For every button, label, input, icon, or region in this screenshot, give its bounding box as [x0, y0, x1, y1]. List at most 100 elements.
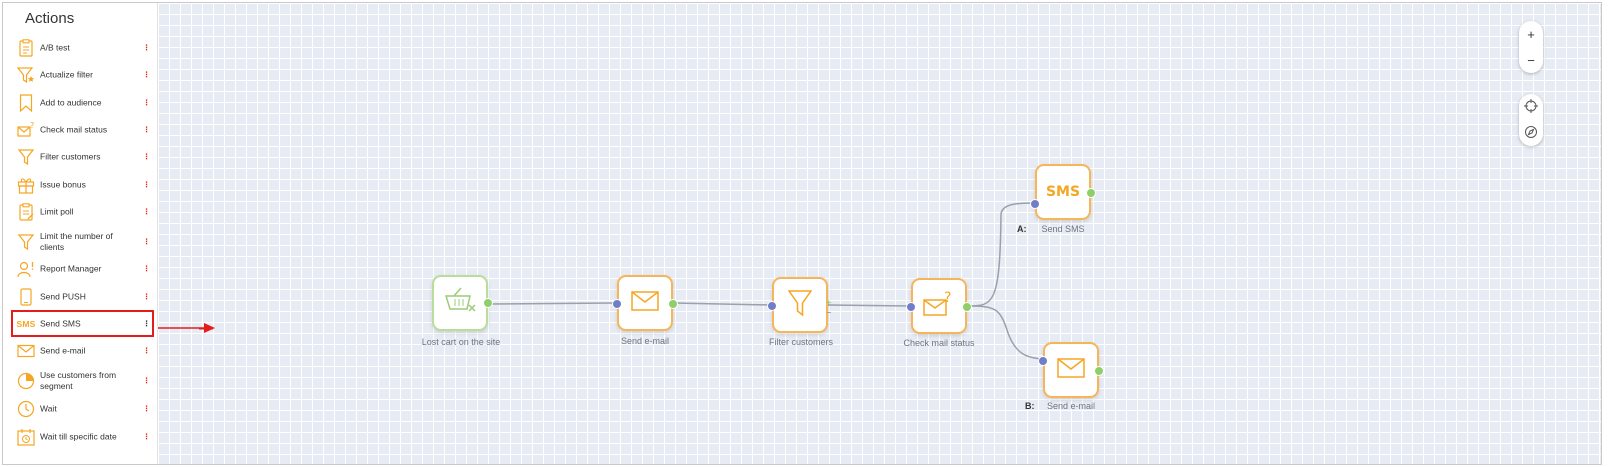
item-menu-icon[interactable]: ⁝	[145, 318, 148, 329]
svg-text:?: ?	[30, 121, 34, 130]
sidebar-item-label: Send e-mail	[40, 345, 86, 355]
item-menu-icon[interactable]: ⁝	[145, 179, 148, 190]
item-menu-icon[interactable]: ⁝	[145, 97, 148, 108]
sidebar-item-wait-date[interactable]: Wait till specific date ⁝	[11, 423, 154, 450]
sms-icon: SMS	[1045, 184, 1081, 200]
connector-3	[827, 304, 912, 307]
cart-icon	[444, 287, 476, 320]
connector-branch-a	[966, 202, 1036, 307]
fit-view-button[interactable]	[1519, 120, 1543, 146]
bookmark-icon	[17, 93, 35, 112]
node-input-port[interactable]	[767, 301, 777, 311]
filter-star-icon	[17, 66, 35, 84]
node-output-port[interactable]	[483, 298, 493, 308]
pie-icon	[17, 372, 35, 390]
node-label: Lost cart on the site	[421, 337, 501, 347]
node-send-sms[interactable]: SMS	[1030, 164, 1096, 220]
sidebar-item-send-email[interactable]: Send e-mail ⁝	[11, 337, 154, 364]
crosshair-icon	[1524, 98, 1538, 116]
node-check-mail-status[interactable]: ?	[906, 278, 972, 334]
node-send-email[interactable]	[612, 275, 678, 331]
sidebar-item-label: Wait till specific date	[40, 431, 117, 441]
sidebar-item-label: Limit poll	[40, 206, 74, 216]
sidebar-item-label: Send SMS	[40, 318, 81, 328]
item-menu-icon[interactable]: ⁝	[145, 206, 148, 217]
node-label: Send e-mail	[620, 336, 670, 346]
sidebar-item-label: Check mail status	[40, 124, 108, 134]
item-menu-icon[interactable]: ⁝	[145, 42, 148, 53]
item-menu-icon[interactable]: ⁝	[145, 376, 148, 387]
sidebar-item-label: Send PUSH	[40, 291, 86, 301]
sidebar-item-label: Use customers from segment	[40, 370, 117, 391]
filter-icon	[17, 148, 35, 166]
filter-icon	[17, 233, 35, 251]
sidebar-item-report-manager[interactable]: Report Manager ⁝	[11, 255, 154, 282]
connector-branch-b	[966, 305, 1044, 360]
sidebar-item-label: A/B test	[40, 42, 70, 52]
view-controls	[1519, 94, 1543, 146]
gift-icon	[17, 176, 35, 194]
sidebar-item-check-mail-status[interactable]: ? Check mail status ⁝	[11, 116, 154, 143]
node-input-port[interactable]	[612, 299, 622, 309]
node-label: Send SMS	[1041, 224, 1085, 234]
item-menu-icon[interactable]: ⁝	[145, 263, 148, 274]
connection-lines	[199, 202, 1044, 360]
item-menu-icon[interactable]: ⁝	[145, 237, 148, 248]
compass-icon	[1524, 125, 1538, 142]
item-menu-icon[interactable]: ⁝	[145, 345, 148, 356]
sidebar-item-limit-poll[interactable]: Limit poll ⁝	[11, 198, 154, 225]
connector-1	[488, 302, 618, 305]
node-input-port[interactable]	[1030, 199, 1040, 209]
sidebar-item-label: Report Manager	[40, 263, 102, 273]
sidebar-item-limit-clients[interactable]: Limit the number of clients ⁝	[11, 227, 154, 257]
node-output-port[interactable]	[668, 299, 678, 309]
workflow-editor: Actions A/B test ⁝ Actualize filter ⁝ Ad…	[2, 2, 1602, 465]
node-output-port[interactable]	[962, 302, 972, 312]
mail-icon	[17, 342, 35, 360]
workflow-canvas[interactable]: Lost cart on the site Send e-mail + − Fi…	[158, 3, 1601, 464]
sidebar-item-label: Actualize filter	[40, 69, 93, 79]
item-menu-icon[interactable]: ⁝	[145, 151, 148, 162]
item-menu-icon[interactable]: ⁝	[145, 291, 148, 302]
mail-icon	[1057, 357, 1085, 383]
sidebar-item-wait[interactable]: Wait ⁝	[11, 395, 154, 422]
item-menu-icon[interactable]: ⁝	[145, 69, 148, 80]
calendar-clock-icon	[17, 428, 35, 446]
mail-question-icon: ?	[923, 290, 955, 323]
item-menu-icon[interactable]: ⁝	[145, 431, 148, 442]
zoom-in-button[interactable]: +	[1519, 21, 1543, 47]
node-input-port[interactable]	[906, 302, 916, 312]
user-alert-icon	[17, 260, 35, 278]
sidebar-item-use-segment[interactable]: Use customers from segment ⁝	[11, 366, 154, 396]
item-menu-icon[interactable]: ⁝	[145, 403, 148, 414]
sidebar-item-add-to-audience[interactable]: Add to audience ⁝	[11, 89, 154, 116]
sidebar-item-actualize-filter[interactable]: Actualize filter ⁝	[11, 61, 154, 88]
actions-sidebar: Actions A/B test ⁝ Actualize filter ⁝ Ad…	[3, 3, 158, 464]
node-input-port[interactable]	[1038, 356, 1048, 366]
center-view-button[interactable]	[1519, 94, 1543, 120]
sms-icon: SMS	[16, 315, 36, 333]
sidebar-item-send-sms[interactable]: SMS Send SMS ⁝	[11, 310, 154, 337]
sidebar-item-label: Wait	[40, 403, 57, 413]
sidebar-item-send-push[interactable]: Send PUSH ⁝	[11, 283, 154, 310]
node-output-port[interactable]	[1094, 366, 1104, 376]
node-output-port[interactable]	[1086, 188, 1096, 198]
node-label: Send e-mail	[1046, 401, 1096, 411]
sidebar-title: Actions	[25, 10, 75, 27]
svg-text:?: ?	[944, 290, 951, 306]
sidebar-item-label: Limit the number of clients	[40, 231, 113, 252]
sidebar-item-issue-bonus[interactable]: Issue bonus ⁝	[11, 171, 154, 198]
zoom-out-button[interactable]: −	[1519, 47, 1543, 73]
sms-icon-text: SMS	[16, 318, 36, 329]
highlight-arrow	[149, 323, 215, 333]
node-label: Check mail status	[903, 338, 975, 348]
sidebar-item-ab-test[interactable]: A/B test ⁝	[11, 34, 154, 61]
clock-icon	[17, 400, 35, 418]
ab-test-icon	[17, 38, 35, 57]
node-send-email-b[interactable]	[1038, 342, 1104, 398]
sidebar-item-filter-customers[interactable]: Filter customers ⁝	[11, 143, 154, 170]
item-menu-icon[interactable]: ⁝	[145, 124, 148, 135]
mail-icon	[631, 290, 659, 316]
node-filter-customers[interactable]: + −	[767, 277, 831, 333]
node-lost-cart[interactable]	[432, 275, 493, 331]
